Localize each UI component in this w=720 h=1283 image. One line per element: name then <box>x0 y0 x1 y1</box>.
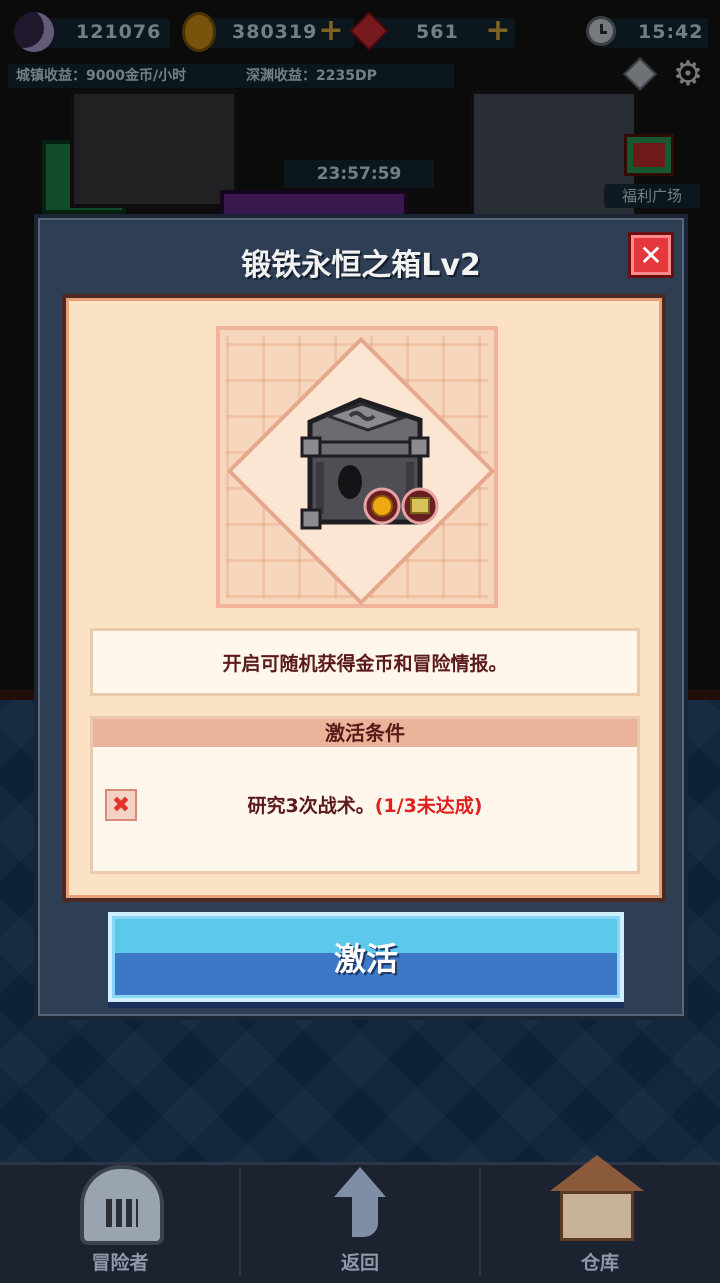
chest-art-frame <box>216 326 498 608</box>
close-button[interactable]: ✕ <box>628 232 674 278</box>
condition-status: (1/3未达成) <box>374 795 483 817</box>
chest-detail-dialog: 锻铁永恒之箱Lv2 ✕ 开启可随机获得金币和冒险情报。 激活条件 ✖ 研究3次战… <box>34 214 688 1020</box>
knight-helmet-icon <box>80 1165 164 1245</box>
warehouse-house-icon[interactable] <box>550 1155 644 1243</box>
activation-conditions-panel: 激活条件 ✖ 研究3次战术。(1/3未达成) <box>90 716 640 874</box>
iron-chest-icon <box>300 397 439 530</box>
condition-line: 研究3次战术。(1/3未达成) <box>93 791 637 818</box>
nav-warehouse-label: 仓库 <box>580 1252 619 1274</box>
bottom-navigation: 冒险者 返回 仓库 <box>0 1155 720 1283</box>
chest-description: 开启可随机获得金币和冒险情报。 <box>90 628 640 696</box>
dialog-content-panel: 开启可随机获得金币和冒险情报。 激活条件 ✖ 研究3次战术。(1/3未达成) <box>62 294 666 902</box>
nav-back-label: 返回 <box>340 1252 379 1274</box>
dialog-title: 锻铁永恒之箱Lv2 <box>241 248 481 283</box>
activate-button[interactable]: 激活 <box>108 912 624 1002</box>
conditions-header: 激活条件 <box>93 719 637 747</box>
nav-adventurer-label: 冒险者 <box>91 1252 149 1274</box>
close-icon: ✕ <box>639 238 663 272</box>
condition-text: 研究3次战术。 <box>247 795 375 817</box>
back-arrow-icon[interactable] <box>330 1161 392 1239</box>
nav-adventurer[interactable]: 冒险者 <box>0 1165 240 1283</box>
